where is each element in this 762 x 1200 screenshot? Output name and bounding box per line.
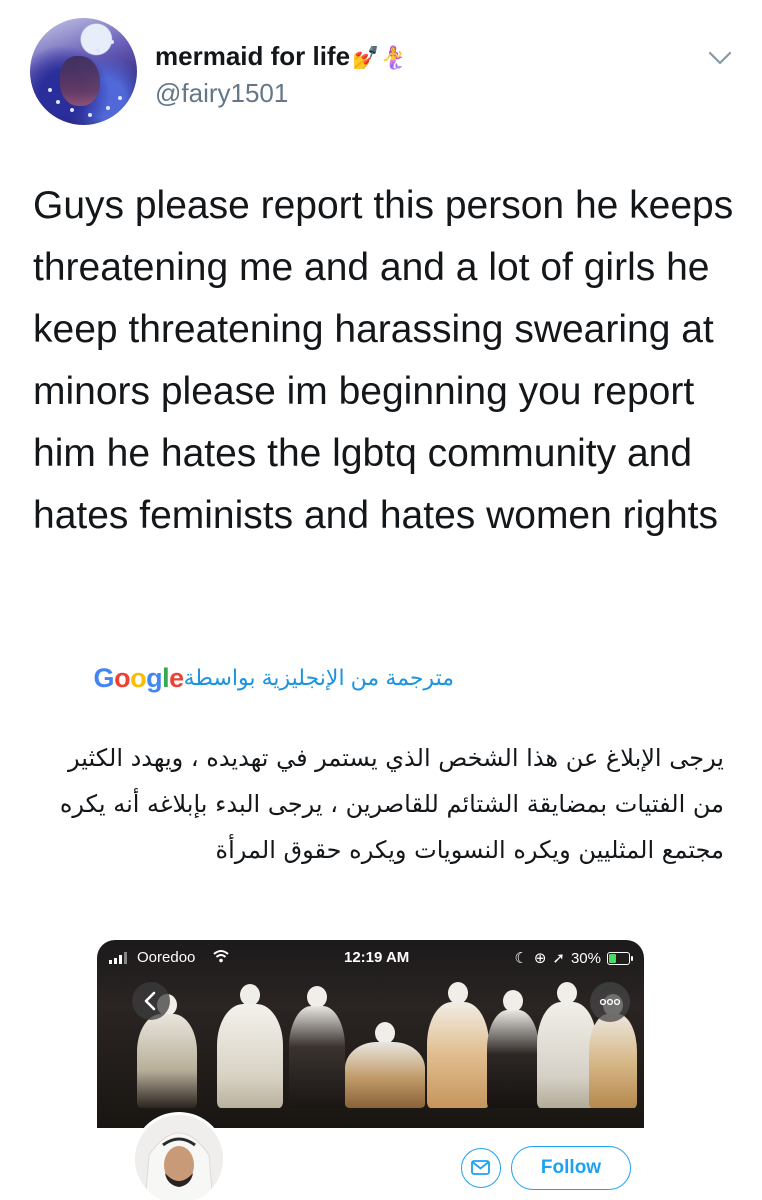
status-time: 12:19 AM xyxy=(344,949,410,966)
name-emoji: 💅🧜‍♀️ xyxy=(352,45,407,70)
battery-icon xyxy=(607,951,633,965)
tweet-text: Guys please report this person he keeps … xyxy=(33,184,734,537)
phone-status-bar: Ooredoo 12:19 AM ☾ ⊕ ➚ 30% xyxy=(97,940,644,978)
chevron-down-icon[interactable] xyxy=(706,44,734,72)
moon-icon: ☾ xyxy=(514,950,528,967)
location-arrow-icon: ➚ xyxy=(552,950,565,967)
wifi-icon xyxy=(213,949,229,967)
reported-user-avatar[interactable] xyxy=(132,1112,226,1200)
figure xyxy=(537,982,597,1108)
mail-icon[interactable] xyxy=(461,1148,501,1188)
status-right: ☾ ⊕ ➚ 30% xyxy=(514,949,633,967)
back-icon[interactable] xyxy=(132,982,170,1020)
avatar-artwork xyxy=(60,56,100,106)
figure xyxy=(289,986,345,1108)
tweet-translation: يرجى الإبلاغ عن هذا الشخص الذي يستمر في … xyxy=(59,744,724,864)
more-icon[interactable] xyxy=(590,982,630,1022)
author-display-name[interactable]: mermaid for life💅🧜‍♀️ xyxy=(155,41,407,72)
figure xyxy=(345,1022,425,1108)
author-handle[interactable]: @fairy1501 xyxy=(155,78,288,109)
tweet: mermaid for life💅🧜‍♀️ @fairy1501 Guys pl… xyxy=(0,0,762,1200)
figure xyxy=(427,982,489,1108)
google-logo: Google xyxy=(93,662,185,693)
translated-by-label: مترجمة من الإنجليزية بواسطة xyxy=(183,665,454,690)
rotation-lock-icon: ⊕ xyxy=(533,950,547,967)
translated-by-google[interactable]: مترجمة من الإنجليزية بواسطة Google xyxy=(40,658,454,698)
display-name-text: mermaid for life xyxy=(155,41,351,71)
figure xyxy=(217,984,283,1108)
signal-icon xyxy=(109,952,127,964)
follow-button[interactable]: Follow xyxy=(511,1146,631,1190)
figure xyxy=(487,990,539,1108)
battery-percent: 30% xyxy=(570,949,601,967)
embedded-screenshot[interactable]: Ooredoo 12:19 AM ☾ ⊕ ➚ 30% Follow xyxy=(97,940,644,1200)
carrier-name: Ooredoo xyxy=(137,949,196,966)
author-avatar[interactable] xyxy=(30,18,137,125)
